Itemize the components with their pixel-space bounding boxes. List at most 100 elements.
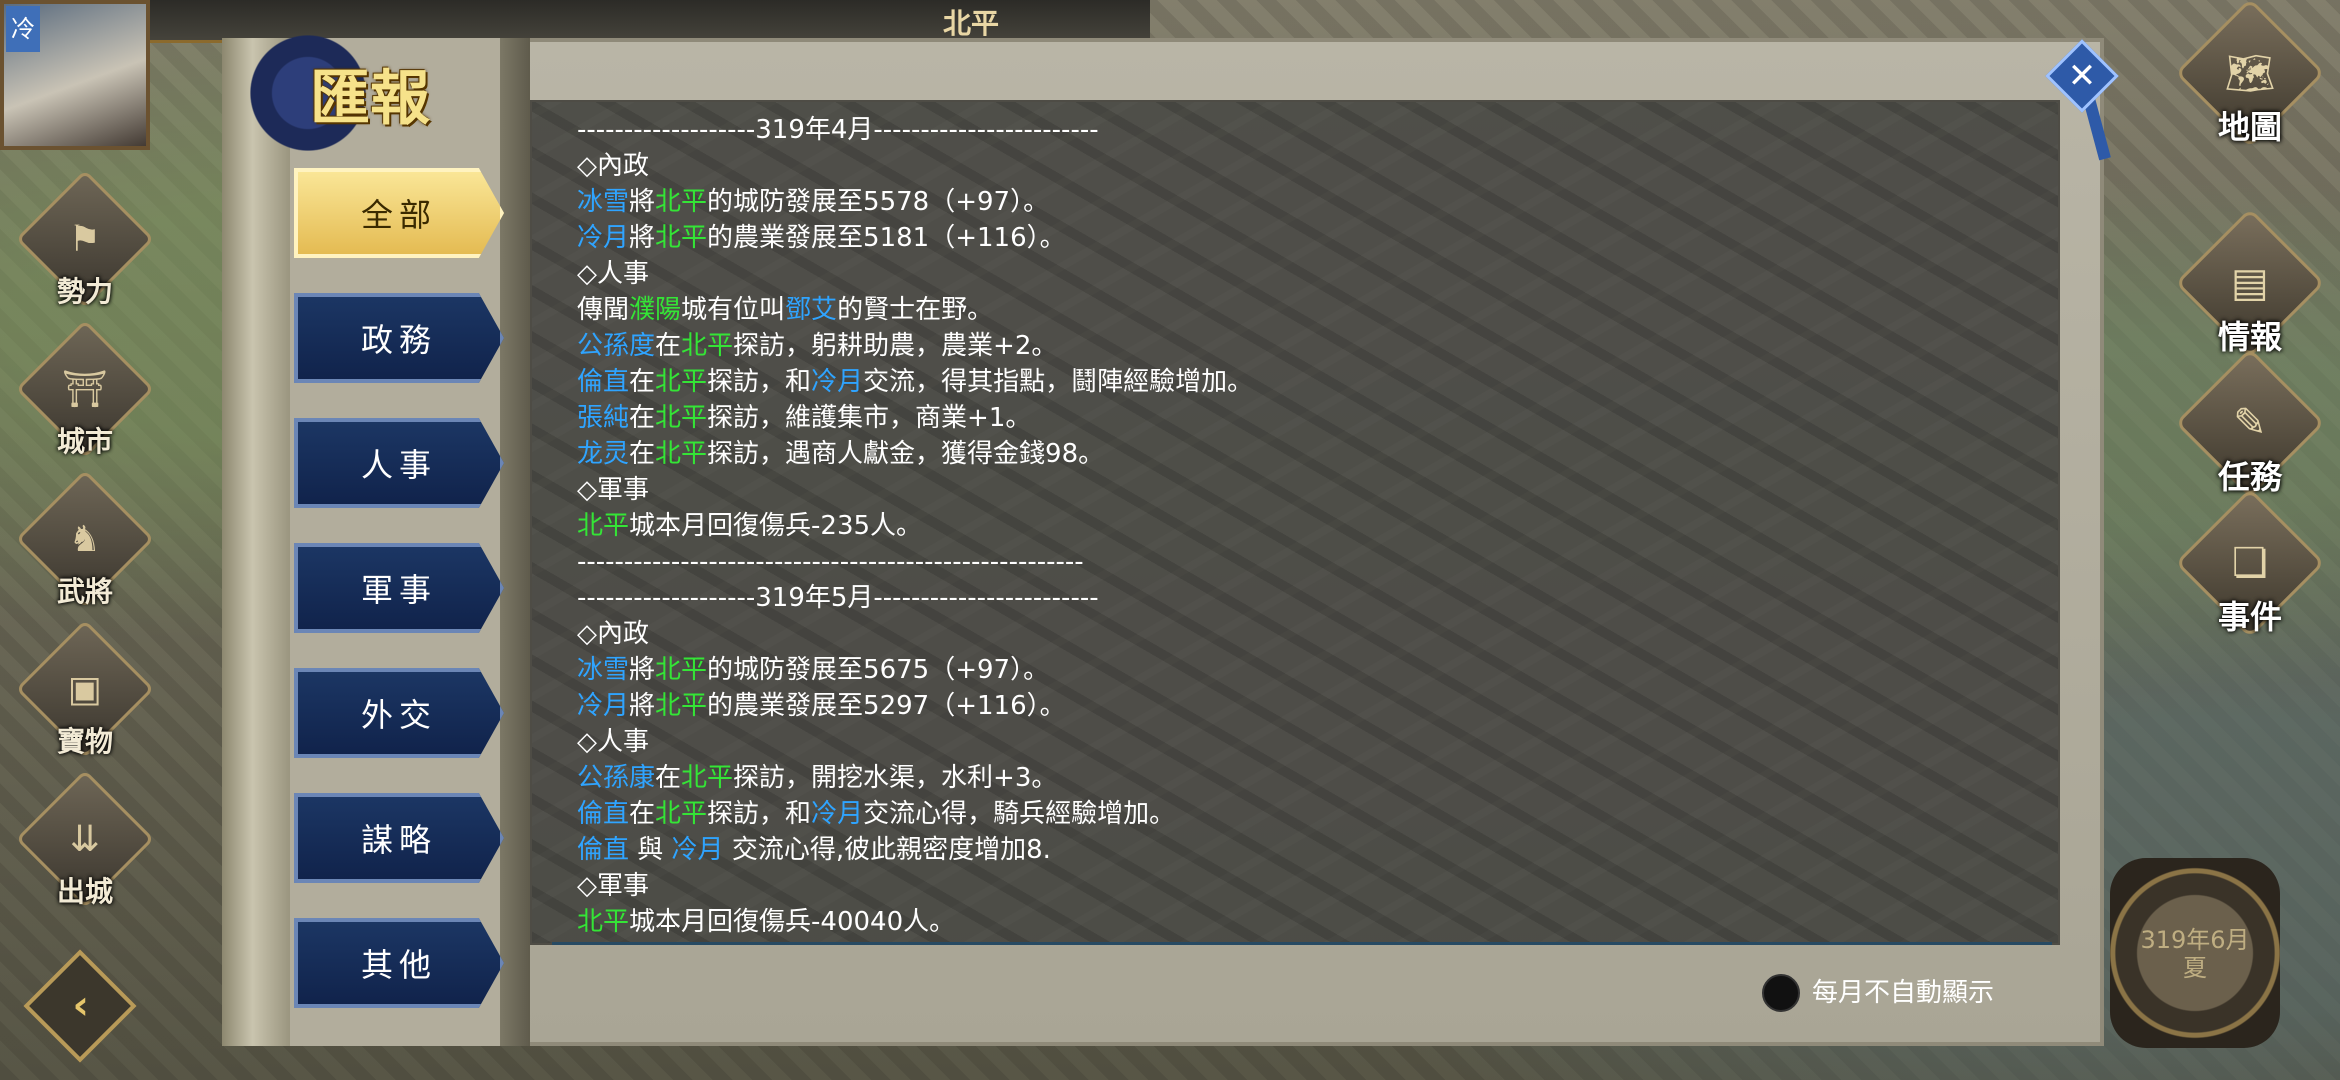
content-underline — [552, 942, 2052, 945]
tab-diplomacy-label: 外交 — [360, 696, 437, 734]
city-name: 北平 — [655, 187, 708, 217]
person-name: 冷月 — [577, 223, 630, 253]
avatar-tag: 冷 — [6, 6, 40, 52]
report-entry: 傳聞濮陽城有位叫鄧艾的賢士在野。 — [577, 292, 2057, 328]
city-name: 北平 — [681, 763, 734, 793]
report-separator: -------------------319年4月---------------… — [577, 112, 2057, 148]
report-text: 的城防發展至5675（+97）。 — [707, 655, 1050, 685]
report-text: 將 — [629, 655, 656, 685]
report-entry: 公孫康在北平探訪，開挖水渠，水利+3。 — [577, 760, 2057, 796]
report-text: 探訪，躬耕助農，農業+2。 — [733, 331, 1058, 361]
report-section-heading: ◇軍事 — [577, 472, 2057, 508]
ruler-avatar[interactable]: 冷 — [0, 0, 150, 150]
report-text: 在 — [629, 799, 656, 829]
nav-treasure[interactable]: ▣ 寶物 — [15, 619, 155, 760]
report-section-heading: ◇人事 — [577, 724, 2057, 760]
person-name: 冷月 — [671, 835, 724, 865]
person-name: 龙灵 — [577, 439, 630, 469]
report-text: ◇內政 — [577, 619, 649, 649]
person-name: 冷月 — [811, 799, 864, 829]
report-text: 城本月回復傷兵-40040人。 — [629, 907, 956, 937]
nav-map[interactable]: 🗺 地圖 — [2175, 0, 2325, 148]
report-text: 交流，得其指點，鬪陣經驗增加。 — [863, 367, 1254, 397]
report-text: 交流心得，騎兵經驗增加。 — [863, 799, 1176, 829]
tab-affairs-label: 政務 — [360, 321, 437, 359]
tab-personnel-label: 人事 — [360, 446, 437, 484]
nav-march-out[interactable]: ⇊ 出城 — [15, 769, 155, 910]
nav-tasks[interactable]: ✎ 任務 — [2175, 348, 2325, 498]
tab-all[interactable]: 全部 — [294, 168, 504, 258]
report-separator: ----------------------------------------… — [577, 544, 2057, 580]
person-name: 冷月 — [577, 691, 630, 721]
tab-personnel[interactable]: 人事 — [294, 418, 504, 508]
report-separator: -------------------319年5月---------------… — [577, 580, 2057, 616]
season-label: 夏 — [2183, 954, 2207, 982]
report-text: 在 — [629, 403, 656, 433]
date-season-badge[interactable]: 319年6月 夏 — [2110, 858, 2280, 1048]
report-text: ◇內政 — [577, 151, 649, 181]
report-text: 在 — [655, 331, 682, 361]
report-text: ◇軍事 — [577, 871, 649, 901]
auto-show-toggle[interactable] — [1762, 974, 1800, 1012]
tab-affairs[interactable]: 政務 — [294, 293, 504, 383]
tab-military[interactable]: 軍事 — [294, 543, 504, 633]
report-text: 在 — [655, 763, 682, 793]
report-text: 的賢士在野。 — [837, 295, 994, 325]
person-name: 冷月 — [811, 367, 864, 397]
report-log[interactable]: -------------------319年4月---------------… — [577, 112, 2057, 942]
nav-city[interactable]: ⛩ 城市 — [15, 319, 155, 460]
panel-title: 匯報 — [310, 64, 430, 134]
person-name: 鄧艾 — [785, 295, 838, 325]
nav-map-label: 地圖 — [2217, 108, 2282, 146]
nav-force[interactable]: ⚑ 勢力 — [15, 169, 155, 310]
report-text: -------------------319年4月---------------… — [577, 115, 1099, 145]
tab-strategy-label: 謀略 — [360, 821, 437, 859]
tab-other[interactable]: 其他 — [294, 918, 504, 1008]
scroll-rod-decoration — [222, 38, 293, 1046]
report-section-heading: ◇軍事 — [577, 868, 2057, 904]
nav-generals[interactable]: ♞ 武將 — [15, 469, 155, 610]
nav-city-label: 城市 — [56, 425, 113, 458]
top-resource-bar: 北平 — [0, 0, 1150, 43]
person-name: 倫直 — [577, 835, 630, 865]
person-name: 倫直 — [577, 367, 630, 397]
report-text: 將 — [629, 691, 656, 721]
person-name: 倫直 — [577, 799, 630, 829]
tab-military-label: 軍事 — [360, 571, 437, 609]
report-text: 探訪，和 — [707, 367, 812, 397]
tab-diplomacy[interactable]: 外交 — [294, 668, 504, 758]
report-entry: 冰雪將北平的城防發展至5675（+97）。 — [577, 652, 2057, 688]
report-text: ----------------------------------------… — [577, 547, 1084, 577]
report-text: 在 — [629, 439, 656, 469]
report-text: 傳聞 — [577, 295, 630, 325]
nav-events[interactable]: ❏ 事件 — [2175, 488, 2325, 638]
tab-strategy[interactable]: 謀略 — [294, 793, 504, 883]
report-text: 城有位叫 — [681, 295, 786, 325]
chevron-left-icon: ‹ — [72, 982, 89, 1029]
report-text: -------------------319年5月---------------… — [577, 583, 1099, 613]
auto-show-toggle-label: 每月不自動顯示 — [1812, 978, 1995, 1008]
report-entry: 冰雪將北平的城防發展至5578（+97）。 — [577, 184, 2057, 220]
nav-intel[interactable]: ▤ 情報 — [2175, 208, 2325, 358]
report-text: ◇軍事 — [577, 475, 649, 505]
tab-other-label: 其他 — [360, 946, 437, 984]
date-label: 319年6月 — [2140, 926, 2250, 954]
nav-treasure-label: 寶物 — [56, 725, 113, 758]
report-entry: 倫直 與 冷月 交流心得,彼此親密度增加8. — [577, 832, 2057, 868]
city-name: 北平 — [655, 691, 708, 721]
person-name: 公孫度 — [577, 331, 656, 361]
person-name: 公孫康 — [577, 763, 656, 793]
city-name: 北平 — [655, 439, 708, 469]
nav-generals-label: 武將 — [56, 575, 113, 608]
report-text: 將 — [629, 223, 656, 253]
report-entry: 冷月將北平的農業發展至5181（+116）。 — [577, 220, 2057, 256]
city-name: 北平 — [577, 907, 630, 937]
panel-divider — [500, 38, 530, 1046]
report-entry: 張純在北平探訪，維護集市，商業+1。 — [577, 400, 2057, 436]
person-name: 冰雪 — [577, 187, 630, 217]
report-text: ◇人事 — [577, 259, 649, 289]
close-icon: ✕ — [2067, 56, 2097, 96]
city-name: 北平 — [655, 799, 708, 829]
report-section-heading: ◇內政 — [577, 616, 2057, 652]
nav-events-label: 事件 — [2217, 598, 2282, 636]
